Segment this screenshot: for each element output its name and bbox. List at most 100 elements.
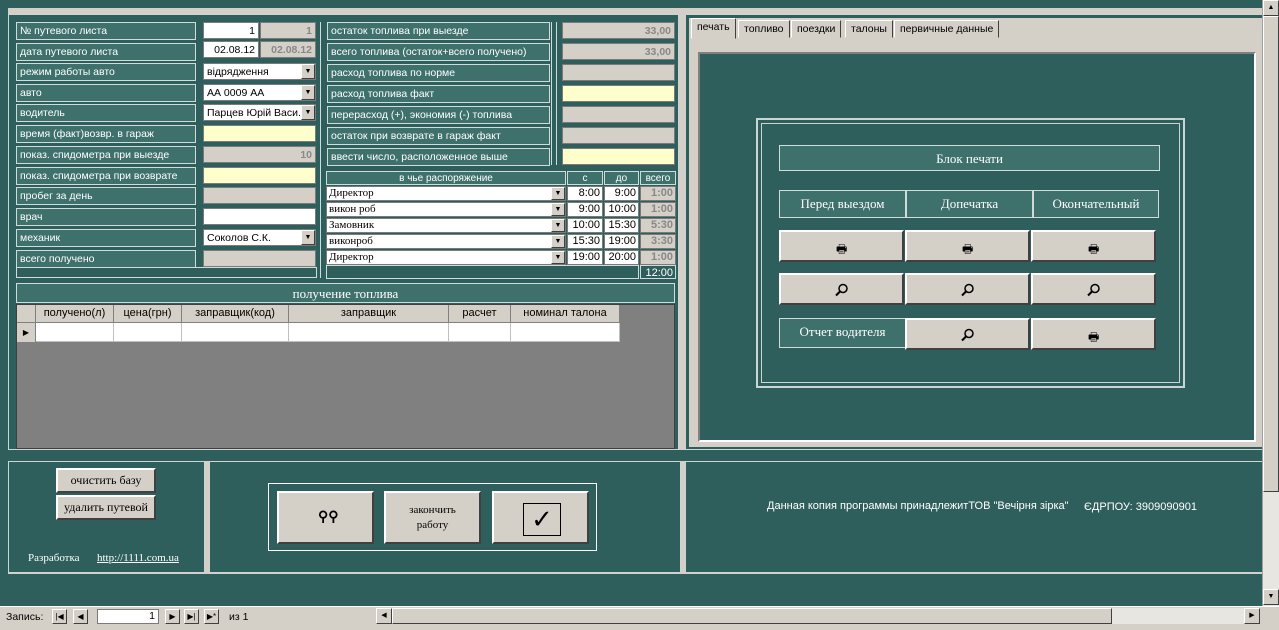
print-additional-button[interactable]: 🖶 xyxy=(905,230,1030,262)
confirm-button[interactable]: ✓ xyxy=(492,491,589,544)
scroll-down-button[interactable]: ▼ xyxy=(1263,589,1279,605)
table-cell[interactable] xyxy=(449,323,511,342)
table-cell[interactable] xyxy=(289,323,449,342)
tab-primary-data[interactable]: первичные данные xyxy=(894,20,1000,38)
scroll-right-button[interactable]: ▶ xyxy=(1244,608,1260,624)
col-received-liters[interactable]: получено(л) xyxy=(36,305,114,323)
disposal-from-input[interactable]: 10:00 xyxy=(567,218,603,233)
disposal-from-input[interactable]: 15:30 xyxy=(567,234,603,249)
chevron-down-icon[interactable]: ▼ xyxy=(551,219,565,232)
disposal-table: в чье распоряжение с до всего Директор ▼ 8… xyxy=(326,171,676,279)
chevron-down-icon[interactable]: ▼ xyxy=(551,203,565,216)
scroll-left-button[interactable]: ◀ xyxy=(376,608,392,624)
chevron-down-icon[interactable]: ▼ xyxy=(301,105,315,120)
disposal-who-select[interactable]: Директор ▼ xyxy=(326,186,566,201)
disposal-to-input[interactable]: 20:00 xyxy=(604,250,639,265)
disposal-header-from: с xyxy=(567,171,603,185)
disposal-who-select[interactable]: Директор ▼ xyxy=(326,250,566,265)
preview-before-departure-button[interactable] xyxy=(779,273,904,305)
tab-fuel[interactable]: топливо xyxy=(738,20,790,38)
mechanic-select[interactable]: Соколов С.К. ▼ xyxy=(203,229,316,246)
fuel-total-value: 33,00 xyxy=(562,43,675,60)
driver-label: водитель xyxy=(16,104,196,122)
scroll-thumb[interactable] xyxy=(1263,16,1279,492)
disposal-header-to: до xyxy=(604,171,639,185)
magnifier-icon xyxy=(1087,283,1100,297)
clear-database-button[interactable]: очистить базу xyxy=(56,468,156,493)
work-mode-select[interactable]: відрядження ▼ xyxy=(203,63,316,80)
disposal-to-input[interactable]: 19:00 xyxy=(604,234,639,249)
print-before-departure-button[interactable]: 🖶 xyxy=(779,230,904,262)
disposal-who-select[interactable]: Замовник ▼ xyxy=(326,218,566,233)
scroll-up-button[interactable]: ▲ xyxy=(1263,0,1279,16)
finish-work-button[interactable]: закончить работу xyxy=(384,491,481,544)
tab-print[interactable]: печать xyxy=(691,18,736,39)
preview-additional-button[interactable] xyxy=(905,273,1030,305)
last-record-button[interactable]: ▶| xyxy=(184,609,199,624)
disposal-from-input[interactable]: 8:00 xyxy=(567,186,603,201)
disposal-to-input[interactable]: 15:30 xyxy=(604,218,639,233)
auto-select[interactable]: АА 0009 АА ▼ xyxy=(203,84,316,101)
search-button[interactable]: ⚲⚲ xyxy=(277,491,374,544)
chevron-down-icon[interactable]: ▼ xyxy=(551,187,565,200)
hscroll-thumb[interactable] xyxy=(392,608,1112,624)
new-row-selector[interactable]: ▶ xyxy=(17,323,36,342)
table-cell[interactable] xyxy=(511,323,620,342)
col-fueler[interactable]: заправщик xyxy=(289,305,449,323)
disposal-from-input[interactable]: 19:00 xyxy=(567,250,603,265)
garage-return-time-input[interactable] xyxy=(203,125,316,142)
chevron-down-icon[interactable]: ▼ xyxy=(301,230,315,245)
waybill-date-label: дата путевого листа xyxy=(16,43,196,61)
tab-coupons[interactable]: талоны xyxy=(845,20,893,38)
chevron-down-icon[interactable]: ▼ xyxy=(551,251,565,264)
finish-work-line2: работу xyxy=(416,519,449,531)
waybill-date-readonly: 02.08.12 xyxy=(260,41,316,58)
waybill-date-input[interactable]: 02.08.12 xyxy=(203,41,259,58)
next-record-button[interactable]: ▶ xyxy=(165,609,180,624)
odometer-return-input[interactable] xyxy=(203,167,316,184)
disposal-total-value: 1:00 xyxy=(640,250,676,265)
previous-record-button[interactable]: ◀ xyxy=(73,609,88,624)
table-cell[interactable] xyxy=(114,323,182,342)
new-record-button[interactable]: ▶* xyxy=(204,609,219,624)
divider xyxy=(551,22,557,165)
horizontal-scrollbar[interactable]: ◀ ▶ xyxy=(376,608,1260,624)
disposal-who-select[interactable]: викон роб ▼ xyxy=(326,202,566,217)
chevron-down-icon[interactable]: ▼ xyxy=(301,85,315,100)
col-fueler-code[interactable]: заправщик(код) xyxy=(182,305,289,323)
disposal-header-total: всего xyxy=(640,171,676,185)
driver-select[interactable]: Парцев Юрій Васи... ▼ xyxy=(203,104,316,121)
doctor-input[interactable] xyxy=(203,208,316,225)
table-cell[interactable] xyxy=(182,323,289,342)
garage-return-time-label: время (факт)возвр. в гараж xyxy=(16,125,196,143)
daily-mileage-field xyxy=(203,187,316,204)
disposal-to-input[interactable]: 10:00 xyxy=(604,202,639,217)
checkmark-icon: ✓ xyxy=(523,503,561,536)
chevron-down-icon[interactable]: ▼ xyxy=(551,235,565,248)
developer-link[interactable]: http://1111.com.ua xyxy=(97,552,179,564)
total-received-label: всего получено xyxy=(16,250,196,268)
chevron-down-icon[interactable]: ▼ xyxy=(301,64,315,79)
table-cell[interactable] xyxy=(36,323,114,342)
disposal-from-input[interactable]: 9:00 xyxy=(567,202,603,217)
form-background-left xyxy=(0,8,8,574)
mechanic-value: Соколов С.К. xyxy=(207,232,271,244)
disposal-who-select[interactable]: виконроб ▼ xyxy=(326,234,566,249)
delete-waybill-button[interactable]: удалить путевой xyxy=(56,495,156,520)
disposal-to-input[interactable]: 9:00 xyxy=(604,186,639,201)
driver-report-print-button[interactable]: 🖶 xyxy=(1031,318,1156,350)
fuel-actual-input[interactable] xyxy=(562,85,675,102)
driver-report-preview-button[interactable] xyxy=(905,318,1030,350)
col-price[interactable]: цена(грн) xyxy=(114,305,182,323)
fuel-return-value xyxy=(562,127,675,144)
first-record-button[interactable]: |◀ xyxy=(52,609,67,624)
confirm-number-input[interactable] xyxy=(562,148,675,165)
waybill-number-input[interactable]: 1 xyxy=(203,22,259,39)
col-settlement[interactable]: расчет xyxy=(449,305,511,323)
print-final-button[interactable]: 🖶 xyxy=(1031,230,1156,262)
vertical-scrollbar[interactable]: ▲ ▼ xyxy=(1262,0,1279,606)
tab-trips[interactable]: поездки xyxy=(791,20,842,38)
record-number-input[interactable]: 1 xyxy=(97,609,159,624)
col-coupon-nominal[interactable]: номинал талона xyxy=(511,305,620,323)
preview-final-button[interactable] xyxy=(1031,273,1156,305)
